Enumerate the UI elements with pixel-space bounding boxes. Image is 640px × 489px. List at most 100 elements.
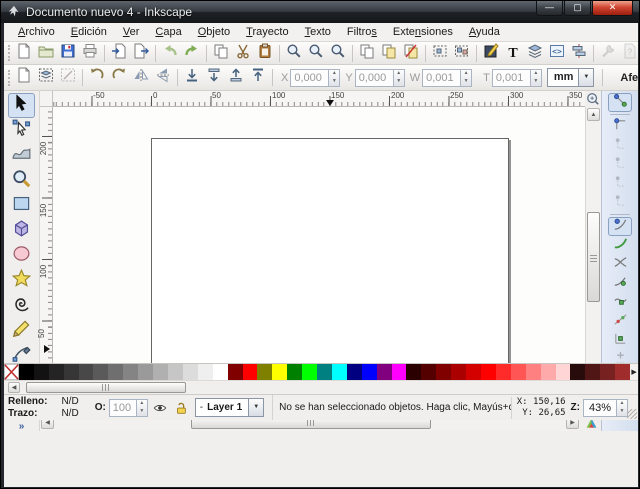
- palette-scroll-left-arrow[interactable]: ◀: [8, 382, 20, 393]
- inkscape-logo-icon[interactable]: [7, 5, 21, 19]
- text-dialog-button[interactable]: T: [502, 43, 524, 63]
- flip-horizontal-button[interactable]: [130, 68, 152, 88]
- cut-button[interactable]: [232, 43, 254, 63]
- swatch-9a9a9a[interactable]: [138, 364, 153, 380]
- toolbox-overflow-button[interactable]: »: [19, 421, 25, 432]
- layer-visibility-button[interactable]: [151, 400, 169, 416]
- snap-bbox-button[interactable]: [608, 117, 632, 136]
- zoom-spinbox[interactable]: 43% ▲▼: [583, 399, 628, 417]
- vertical-scroll-thumb[interactable]: [587, 212, 600, 302]
- snap-smooth-nodes-button[interactable]: [608, 293, 632, 312]
- snap-object-centers-button[interactable]: [608, 331, 632, 350]
- layer-lock-button[interactable]: [172, 400, 190, 416]
- box3d-tool-button[interactable]: [8, 218, 35, 243]
- swatch-2b0000[interactable]: [406, 364, 421, 380]
- swatch-008000[interactable]: [287, 364, 302, 380]
- group-button[interactable]: [429, 43, 451, 63]
- spinner[interactable]: ▲▼: [530, 70, 541, 86]
- paste-button[interactable]: [254, 43, 276, 63]
- snap-nodes-button[interactable]: [608, 217, 632, 236]
- swatch-ff00ff[interactable]: [392, 364, 407, 380]
- fill-stroke-indicator[interactable]: Relleno: Trazo: N/D N/D: [8, 396, 79, 420]
- unlink-clone-button[interactable]: [400, 43, 422, 63]
- copy-button[interactable]: [210, 43, 232, 63]
- menu-objeto[interactable]: Objeto: [190, 24, 238, 40]
- snap-path-intersections-button[interactable]: [608, 255, 632, 274]
- new-document-button[interactable]: [13, 43, 35, 63]
- swatch-800000[interactable]: [228, 364, 243, 380]
- select-all-button[interactable]: [13, 68, 35, 88]
- swatch-ffd5d5[interactable]: [556, 364, 571, 380]
- unit-selector[interactable]: mm▼: [547, 68, 595, 87]
- rotate-cw-button[interactable]: [108, 68, 130, 88]
- raise-to-top-button[interactable]: [247, 68, 269, 88]
- swatch-000000[interactable]: [19, 364, 34, 380]
- spiral-tool-button[interactable]: [8, 293, 35, 318]
- swatch-ffffff[interactable]: [213, 364, 228, 380]
- scroll-up-arrow[interactable]: ▲: [587, 108, 600, 121]
- swatch-none[interactable]: [4, 364, 19, 380]
- swatch-0000ff[interactable]: [362, 364, 377, 380]
- snap-paths-button[interactable]: [608, 236, 632, 255]
- field-x-spinbox[interactable]: 0,000▲▼: [290, 69, 340, 87]
- field-y-spinbox[interactable]: 0,000▲▼: [355, 69, 405, 87]
- swatch-484848[interactable]: [79, 364, 94, 380]
- swatch-b0b0b0[interactable]: [153, 364, 168, 380]
- swatch-800080[interactable]: [377, 364, 392, 380]
- unit-dropdown-arrow-icon[interactable]: ▼: [578, 69, 593, 86]
- titlebar[interactable]: Documento nuevo 4 - Inkscape — ▢ ✕: [1, 1, 639, 23]
- rotate-ccw-button[interactable]: [86, 68, 108, 88]
- rectangle-tool-button[interactable]: [8, 193, 35, 218]
- xml-editor-button[interactable]: <>: [546, 43, 568, 63]
- minimize-button[interactable]: —: [536, 1, 563, 16]
- swatch-ff8080[interactable]: [526, 364, 541, 380]
- swatch-aa0000[interactable]: [451, 364, 466, 380]
- spinner[interactable]: ▲▼: [328, 70, 339, 86]
- sticky-zoom-button[interactable]: [584, 91, 601, 107]
- layers-dialog-button[interactable]: [524, 43, 546, 63]
- selector-tool-button[interactable]: [8, 93, 35, 118]
- spinner[interactable]: ▲▼: [460, 70, 471, 86]
- menu-trayecto[interactable]: Trayecto: [238, 24, 296, 40]
- menu-capa[interactable]: Capa: [147, 24, 189, 40]
- swatch-5a5a5a[interactable]: [93, 364, 108, 380]
- align-dialog-button[interactable]: [568, 43, 590, 63]
- swatch-782121[interactable]: [600, 364, 615, 380]
- ellipse-tool-button[interactable]: [8, 243, 35, 268]
- flip-vertical-button[interactable]: [152, 68, 174, 88]
- menu-extensiones[interactable]: Extensiones: [385, 24, 461, 40]
- swatch-501616[interactable]: [585, 364, 600, 380]
- swatch-a02c2c[interactable]: [615, 364, 630, 380]
- menu-texto[interactable]: Texto: [297, 24, 339, 40]
- swatch-ffaaaa[interactable]: [541, 364, 556, 380]
- swatch-ff2a2a[interactable]: [496, 364, 511, 380]
- zoom-drawing-button[interactable]: [305, 43, 327, 63]
- window-resize-grip[interactable]: [627, 409, 637, 419]
- layer-dropdown-arrow-icon[interactable]: ▼: [248, 399, 263, 416]
- import-button[interactable]: [108, 43, 130, 63]
- menu-archivo[interactable]: Archivo: [10, 24, 63, 40]
- swatch-550000[interactable]: [421, 364, 436, 380]
- star-tool-button[interactable]: [8, 268, 35, 293]
- export-button[interactable]: [130, 43, 152, 63]
- horizontal-ruler[interactable]: -50050100150200250300350: [53, 91, 585, 107]
- swatch-363636[interactable]: [64, 364, 79, 380]
- redo-button[interactable]: [181, 43, 203, 63]
- swatch-242424[interactable]: [49, 364, 64, 380]
- swatch-280b0b[interactable]: [570, 364, 585, 380]
- swatch-00ffff[interactable]: [332, 364, 347, 380]
- palette-right-arrow[interactable]: ▶: [630, 364, 638, 380]
- ungroup-button[interactable]: [451, 43, 473, 63]
- swatch-c6c6c6[interactable]: [168, 364, 183, 380]
- snap-line-midpoints-button[interactable]: [608, 312, 632, 331]
- zoom-tool-button[interactable]: [8, 168, 35, 193]
- lower-button[interactable]: [203, 68, 225, 88]
- close-button[interactable]: ✕: [592, 1, 633, 16]
- node-editor-tool-button[interactable]: [8, 118, 35, 143]
- undo-button[interactable]: [159, 43, 181, 63]
- swatch-ff0000[interactable]: [243, 364, 258, 380]
- swatch-008080[interactable]: [317, 364, 332, 380]
- maximize-button[interactable]: ▢: [564, 1, 591, 16]
- swatch-000080[interactable]: [347, 364, 362, 380]
- raise-button[interactable]: [225, 68, 247, 88]
